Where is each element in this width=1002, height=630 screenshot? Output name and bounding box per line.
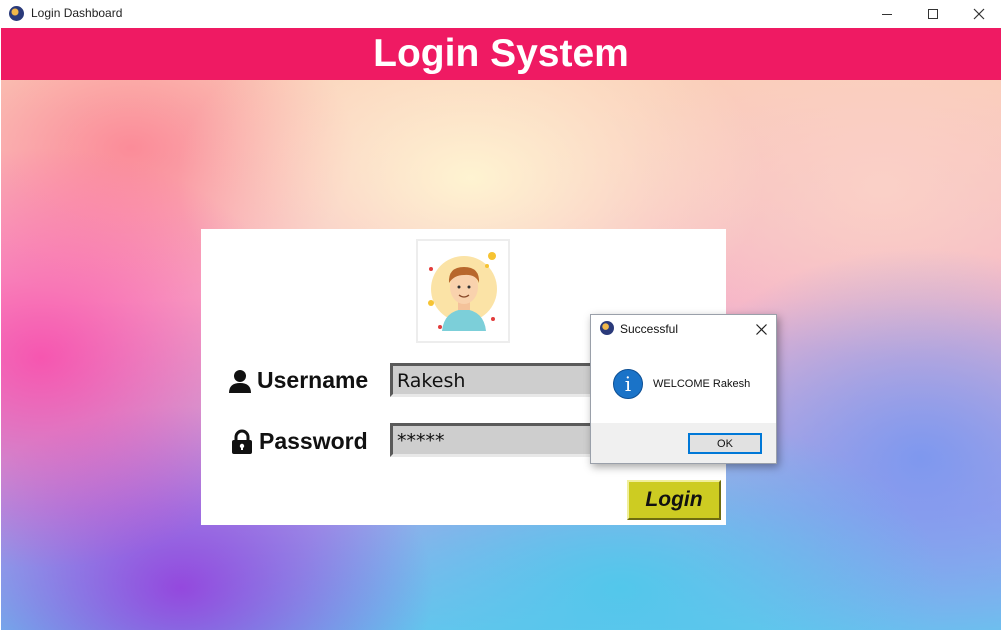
dialog-message: WELCOME Rakesh	[653, 378, 751, 390]
header-banner: Login System	[1, 28, 1001, 80]
password-input[interactable]: *****	[390, 423, 600, 457]
minimize-icon	[882, 13, 892, 15]
app-background: Login System Username Password Rakesh **…	[1, 28, 1001, 630]
window-title-bar[interactable]: Login Dashboard	[0, 0, 1002, 28]
success-dialog: Successful i WELCOME Rakesh OK	[590, 314, 777, 464]
page-title: Login System	[373, 32, 629, 75]
minimize-button[interactable]	[864, 0, 910, 28]
username-label: Username	[257, 367, 369, 393]
username-input[interactable]: Rakesh	[390, 363, 600, 397]
maximize-button[interactable]	[910, 0, 956, 28]
dialog-title-bar[interactable]: Successful	[591, 315, 776, 343]
dialog-close-button[interactable]	[751, 319, 771, 339]
window-title: Login Dashboard	[31, 6, 123, 20]
password-label: Password	[259, 428, 368, 454]
dialog-footer: OK	[591, 423, 776, 463]
close-icon	[973, 8, 985, 20]
app-logo-icon	[9, 6, 24, 21]
user-avatar-illustration	[416, 239, 510, 343]
password-label-row: Password	[229, 428, 368, 455]
ok-button[interactable]: OK	[688, 433, 762, 454]
info-icon: i	[613, 369, 643, 399]
lock-icon	[232, 429, 252, 454]
maximize-icon	[928, 9, 938, 19]
dialog-body: i WELCOME Rakesh	[591, 343, 776, 423]
user-icon	[229, 369, 251, 393]
username-label-row: Username	[227, 367, 368, 394]
dialog-title: Successful	[620, 322, 679, 336]
close-window-button[interactable]	[956, 0, 1002, 28]
close-icon	[755, 323, 767, 335]
login-button[interactable]: Login	[627, 480, 721, 520]
app-logo-icon	[600, 321, 614, 335]
